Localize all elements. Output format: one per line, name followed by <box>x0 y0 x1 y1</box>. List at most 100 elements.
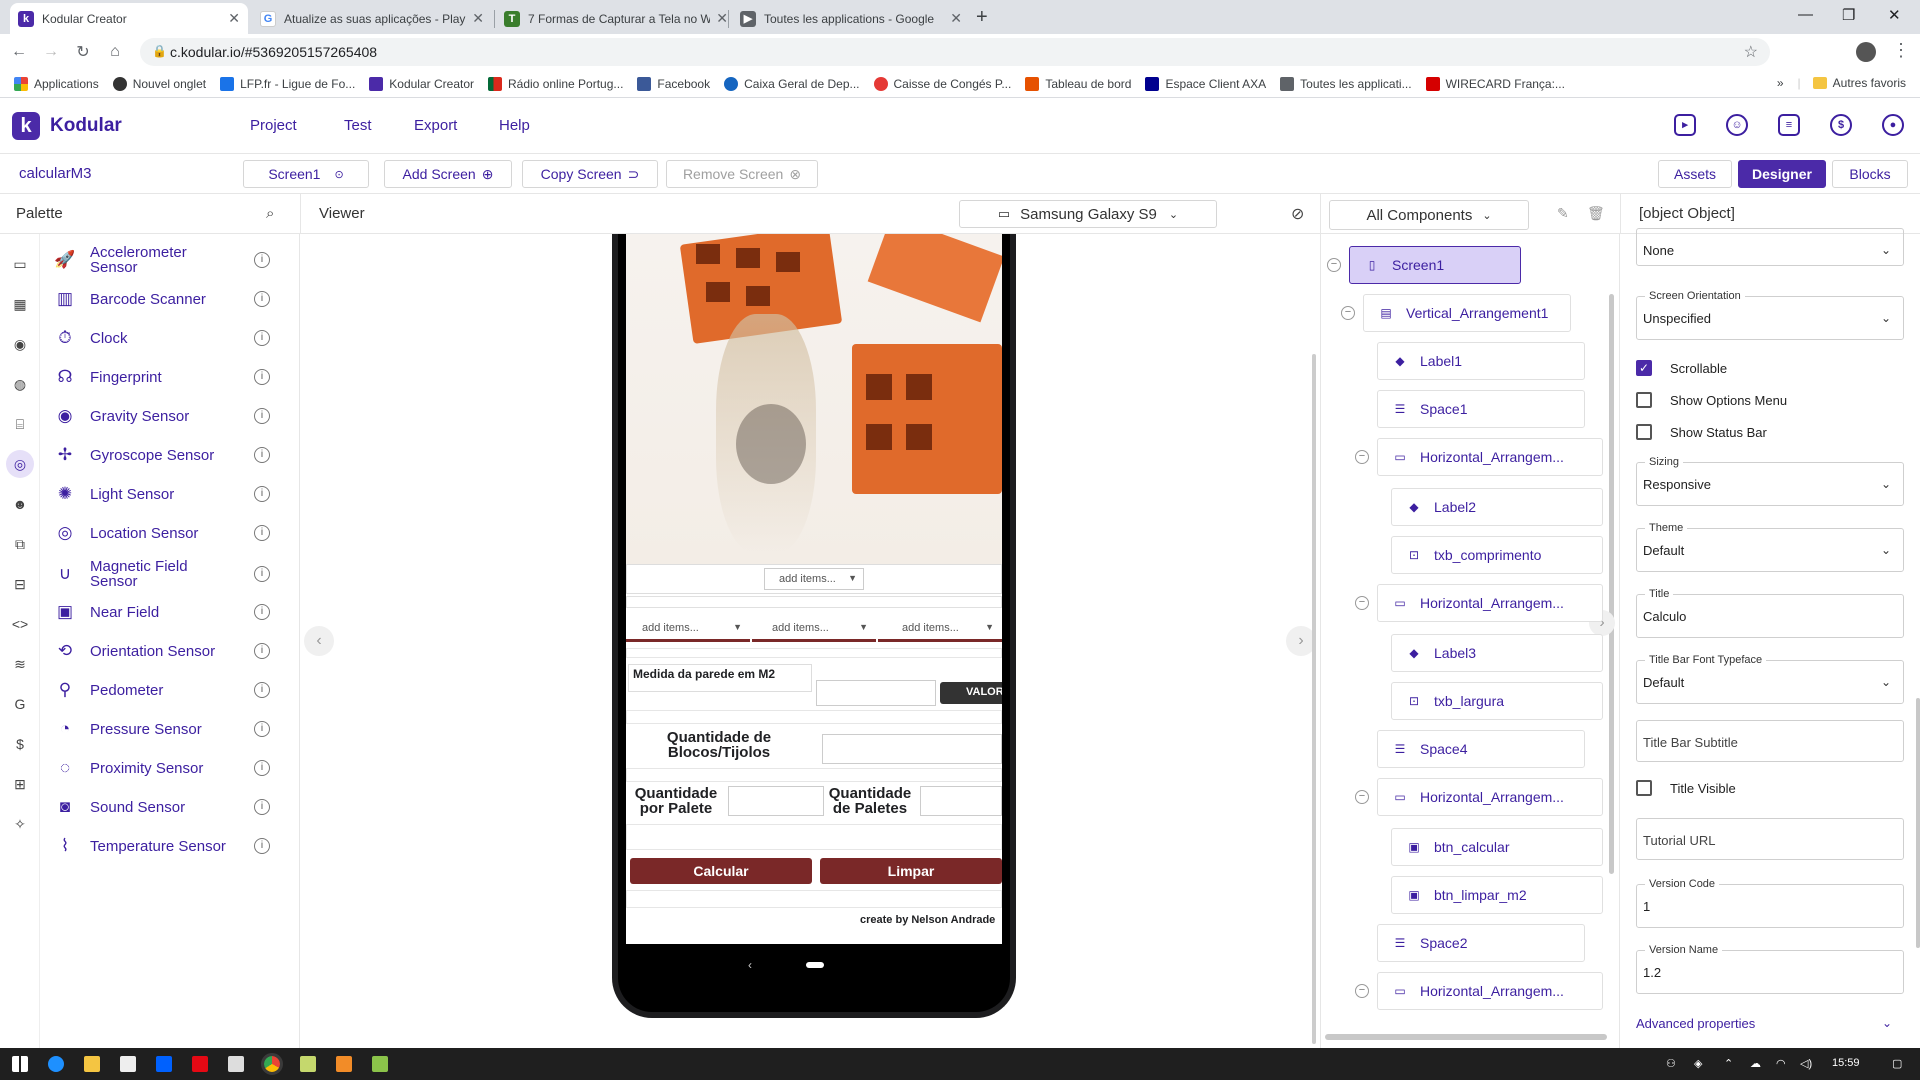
media-icon[interactable]: ◉ <box>10 334 30 354</box>
palette-item[interactable]: ▥ Barcode Scanner i <box>40 279 300 319</box>
close-tab-icon[interactable]: ✕ <box>716 10 728 27</box>
close-window-icon[interactable]: ✕ <box>1888 6 1901 24</box>
component-node[interactable]: ▭ Horizontal_Arrangem... <box>1377 972 1603 1010</box>
component-node[interactable]: ⊡ txb_comprimento <box>1391 536 1603 574</box>
bookmark-item[interactable]: WIRECARD França:... <box>1425 76 1565 91</box>
info-icon[interactable]: i <box>254 525 270 541</box>
reload-icon[interactable]: ↻ <box>70 42 96 62</box>
title-input[interactable]: Title Calculo <box>1636 588 1904 638</box>
mail-icon[interactable] <box>228 1056 244 1072</box>
palette-item[interactable]: ◙ Sound Sensor i <box>40 787 300 827</box>
new-tab-button[interactable]: + <box>976 6 988 29</box>
remove-screen-button[interactable]: Remove Screen ⊗ <box>666 160 818 188</box>
component-node[interactable]: ◆ Label2 <box>1391 488 1603 526</box>
volume-icon[interactable]: ◁) <box>1800 1057 1812 1070</box>
viewer-scrollbar[interactable] <box>1312 354 1316 1044</box>
bookmark-item[interactable]: Nouvel onglet <box>112 76 206 91</box>
bookmark-item[interactable]: Tableau de bord <box>1025 76 1131 91</box>
store-icon[interactable] <box>120 1056 136 1072</box>
screen-orientation-select[interactable]: Screen Orientation Unspecified ⌄ <box>1636 290 1904 340</box>
restore-icon[interactable]: ❐ <box>1842 6 1855 24</box>
show-status-bar-checkbox[interactable]: Show Status Bar <box>1636 424 1767 440</box>
tray-up-icon[interactable]: ⌃ <box>1724 1057 1733 1070</box>
bookmark-item[interactable]: Caixa Geral de Dep... <box>724 76 860 91</box>
info-icon[interactable]: i <box>254 799 270 815</box>
address-bar[interactable]: 🔒 c.kodular.io/#5369205157265408 ☆ <box>140 38 1770 66</box>
spinner-3[interactable]: add items... ▼ <box>752 616 876 642</box>
storage-icon[interactable]: ⧉ <box>10 534 30 554</box>
tree-horizontal-scrollbar[interactable] <box>1325 1034 1607 1040</box>
close-tab-icon[interactable]: ✕ <box>950 10 962 27</box>
limpar-button[interactable]: Limpar <box>820 858 1002 884</box>
valor-button[interactable]: VALOR <box>940 682 1002 704</box>
sensors-icon[interactable]: ◎ <box>6 450 34 478</box>
blocks-button[interactable]: Blocks <box>1832 160 1908 188</box>
title-subtitle-input[interactable]: Title Bar Subtitle <box>1636 720 1904 762</box>
bookmark-item[interactable]: Rádio online Portug... <box>488 76 623 91</box>
menu-help[interactable]: Help <box>499 117 530 134</box>
designer-button[interactable]: Designer <box>1738 160 1826 188</box>
show-options-menu-checkbox[interactable]: Show Options Menu <box>1636 392 1787 408</box>
people-icon[interactable]: ⚇ <box>1666 1057 1676 1070</box>
wifi-icon[interactable]: ◠ <box>1776 1057 1786 1070</box>
palette-item[interactable]: ∪ Magnetic Field Sensor i <box>40 554 300 594</box>
collapse-toggle-icon[interactable]: − <box>1355 790 1369 804</box>
palette-item[interactable]: ✺ Light Sensor i <box>40 474 300 514</box>
forward-icon[interactable]: → <box>38 43 64 61</box>
browser-tab-kodular[interactable]: k Kodular Creator ✕ <box>10 3 248 34</box>
component-node[interactable]: ☰ Space1 <box>1377 390 1585 428</box>
version-name-input[interactable]: Version Name 1.2 <box>1636 944 1904 994</box>
info-icon[interactable]: i <box>254 369 270 385</box>
title-visible-checkbox[interactable]: Title Visible <box>1636 780 1736 796</box>
component-node[interactable]: ▭ Horizontal_Arrangem... <box>1377 584 1603 622</box>
dropbox-icon[interactable] <box>156 1056 172 1072</box>
windows-start-icon[interactable] <box>12 1056 28 1072</box>
spreadsheet-icon[interactable] <box>372 1056 388 1072</box>
back-icon[interactable]: ← <box>6 43 32 61</box>
designer-icon[interactable]: ▭ <box>10 254 30 274</box>
bookmark-item[interactable]: Caisse de Congés P... <box>873 76 1011 91</box>
home-icon[interactable]: ⌂ <box>102 43 128 61</box>
component-node[interactable]: ⊡ txb_largura <box>1391 682 1603 720</box>
collapse-toggle-icon[interactable]: − <box>1355 596 1369 610</box>
social-icon[interactable]: ☻ <box>10 494 30 514</box>
sublime-icon[interactable] <box>336 1056 352 1072</box>
palette-item[interactable]: ⏱ Clock i <box>40 318 300 358</box>
spinner-1[interactable]: add items... ▼ <box>764 568 864 590</box>
info-icon[interactable]: i <box>254 408 270 424</box>
info-icon[interactable]: i <box>254 760 270 776</box>
palette-item[interactable]: ☊ Fingerprint i <box>40 357 300 397</box>
browser-tab-play[interactable]: G Atualize as suas aplicações - Play ✕ <box>252 3 492 34</box>
collapse-toggle-icon[interactable]: − <box>1355 984 1369 998</box>
bookmark-item[interactable]: Toutes les applicati... <box>1280 76 1412 91</box>
component-node[interactable]: ▭ Horizontal_Arrangem... <box>1377 438 1603 476</box>
folder-icon[interactable]: ▸ <box>1674 114 1696 136</box>
component-node[interactable]: ▭ Horizontal_Arrangem... <box>1377 778 1603 816</box>
notepad-icon[interactable] <box>300 1056 316 1072</box>
component-node[interactable]: ▯ Screen1 <box>1349 246 1521 284</box>
info-icon[interactable]: i <box>254 721 270 737</box>
search-icon[interactable]: ⌕ <box>266 205 274 222</box>
info-icon[interactable]: i <box>254 643 270 659</box>
collapse-toggle-icon[interactable]: − <box>1327 258 1341 272</box>
edge-icon[interactable] <box>48 1056 64 1072</box>
palette-item[interactable]: 🚀 Accelerometer Sensor i <box>40 240 300 280</box>
palette-item[interactable]: ◌ Proximity Sensor i <box>40 748 300 788</box>
palette-item[interactable]: ◉ Gravity Sensor i <box>40 396 300 436</box>
version-code-input[interactable]: Version Code 1 <box>1636 878 1904 928</box>
blocos-textbox[interactable] <box>822 734 1002 764</box>
palette-item[interactable]: ▣ Near Field i <box>40 592 300 632</box>
bookmark-star-icon[interactable]: ☆ <box>1744 42 1758 62</box>
notification-icon[interactable]: ▢ <box>1892 1057 1902 1070</box>
device-select[interactable]: ▭ Samsung Galaxy S9 ⌄ <box>959 200 1217 228</box>
monetization-icon[interactable]: $ <box>10 734 30 754</box>
palette-item[interactable]: ◎ Location Sensor i <box>40 513 300 553</box>
bookmark-item[interactable]: Kodular Creator <box>369 76 474 91</box>
bookmark-item[interactable]: Espace Client AXA <box>1145 76 1266 91</box>
file-explorer-icon[interactable] <box>84 1056 100 1072</box>
home-pill-icon[interactable] <box>806 962 824 968</box>
component-node[interactable]: ☰ Space2 <box>1377 924 1585 962</box>
copy-screen-button[interactable]: Copy Screen ⊃ <box>522 160 658 188</box>
info-icon[interactable]: i <box>254 291 270 307</box>
palette-item[interactable]: ◔ Pressure Sensor i <box>40 709 300 749</box>
